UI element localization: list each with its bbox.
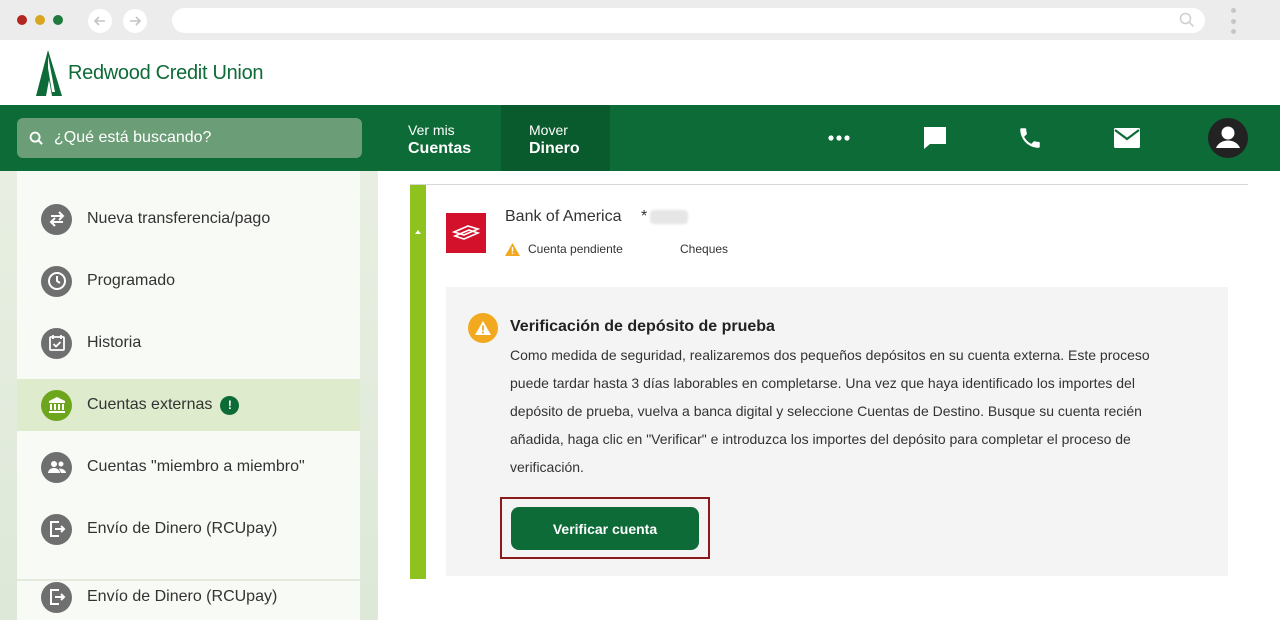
- window-minimize-dot[interactable]: [35, 15, 45, 25]
- tab-ver-mis-cuentas[interactable]: Ver mis Cuentas: [408, 105, 498, 171]
- sidebar-item-label: Cuentas externas: [87, 396, 213, 413]
- sidebar-item-envio-dinero[interactable]: Envío de Dinero (RCUpay): [17, 503, 360, 555]
- account-collapse-bar[interactable]: [410, 185, 426, 579]
- search-input[interactable]: ¿Qué está buscando?: [17, 118, 362, 158]
- people-icon: [41, 451, 72, 483]
- kebab-menu-icon[interactable]: [1229, 8, 1237, 34]
- back-arrow-icon[interactable]: [88, 9, 112, 33]
- calendar-check-icon: [41, 327, 72, 359]
- sidebar-item-envio-dinero-2[interactable]: Envío de Dinero (RCUpay): [17, 571, 360, 623]
- tab-line1: Mover: [529, 122, 568, 138]
- bank-icon: [41, 389, 72, 421]
- bank-name: Bank of America: [505, 208, 622, 225]
- verification-title: Verificación de depósito de prueba: [510, 318, 775, 335]
- sidebar: Nueva transferencia/pago Programado Hist…: [17, 171, 360, 620]
- bank-of-america-logo: [446, 213, 486, 253]
- sidebar-item-label: Cuentas "miembro a miembro": [87, 458, 305, 475]
- tab-mover-dinero[interactable]: Mover Dinero: [501, 105, 610, 171]
- main-nav: ¿Qué está buscando? Ver mis Cuentas Move…: [0, 105, 1280, 171]
- window-close-dot[interactable]: [17, 15, 27, 25]
- search-icon: [1179, 12, 1195, 32]
- caret-up-icon[interactable]: [415, 230, 421, 234]
- logo-bar: Redwood Credit Union: [0, 40, 1280, 105]
- transfer-arrows-icon: [41, 203, 72, 235]
- forward-arrow-icon[interactable]: [123, 9, 147, 33]
- more-icon[interactable]: [822, 105, 856, 171]
- phone-icon[interactable]: [1013, 105, 1047, 171]
- sidebar-item-label: Historia: [87, 334, 142, 351]
- warning-icon: [468, 313, 498, 343]
- content-divider: [410, 184, 1248, 185]
- clock-icon: [41, 265, 72, 297]
- search-placeholder: ¿Qué está buscando?: [54, 129, 212, 146]
- account-number-mask: *: [641, 208, 648, 225]
- sidebar-item-miembro-a-miembro[interactable]: Cuentas "miembro a miembro": [17, 441, 360, 493]
- window-maximize-dot[interactable]: [53, 15, 63, 25]
- warning-triangle-icon: [505, 242, 520, 256]
- redwood-tree-logo[interactable]: [34, 50, 64, 100]
- sidebar-item-cuentas-externas[interactable]: Cuentas externas !: [17, 379, 360, 431]
- tab-line2: Cuentas: [408, 140, 472, 157]
- sidebar-item-programado[interactable]: Programado: [17, 255, 360, 307]
- sidebar-item-label: Envío de Dinero (RCUpay): [87, 588, 278, 605]
- sidebar-item-label: Nueva transferencia/pago: [87, 210, 271, 227]
- verify-account-button[interactable]: Verificar cuenta: [511, 507, 699, 550]
- sidebar-item-label: Programado: [87, 272, 176, 289]
- send-money-icon: [41, 513, 72, 545]
- browser-chrome: [0, 0, 1280, 40]
- account-type: Cheques: [680, 242, 729, 256]
- tab-line1: Ver mis: [408, 122, 455, 138]
- send-money-icon: [41, 581, 72, 613]
- user-avatar-icon[interactable]: [1207, 105, 1249, 171]
- chat-icon[interactable]: [918, 105, 952, 171]
- sidebar-item-historia[interactable]: Historia: [17, 317, 360, 369]
- sidebar-item-nueva-transferencia[interactable]: Nueva transferencia/pago: [17, 193, 360, 245]
- mail-icon[interactable]: [1110, 105, 1144, 171]
- address-bar[interactable]: [172, 8, 1205, 33]
- verification-body: Como medida de seguridad, realizaremos d…: [510, 347, 1150, 475]
- brand-name[interactable]: Redwood Credit Union: [68, 62, 264, 85]
- alert-badge: !: [220, 395, 240, 415]
- status-text: Cuenta pendiente: [528, 242, 623, 256]
- redacted-account-number: [650, 210, 688, 224]
- account-status: Cuenta pendiente: [505, 242, 623, 256]
- sidebar-item-label: Envío de Dinero (RCUpay): [87, 520, 278, 537]
- tab-line2: Dinero: [529, 140, 580, 157]
- search-icon: [29, 131, 43, 145]
